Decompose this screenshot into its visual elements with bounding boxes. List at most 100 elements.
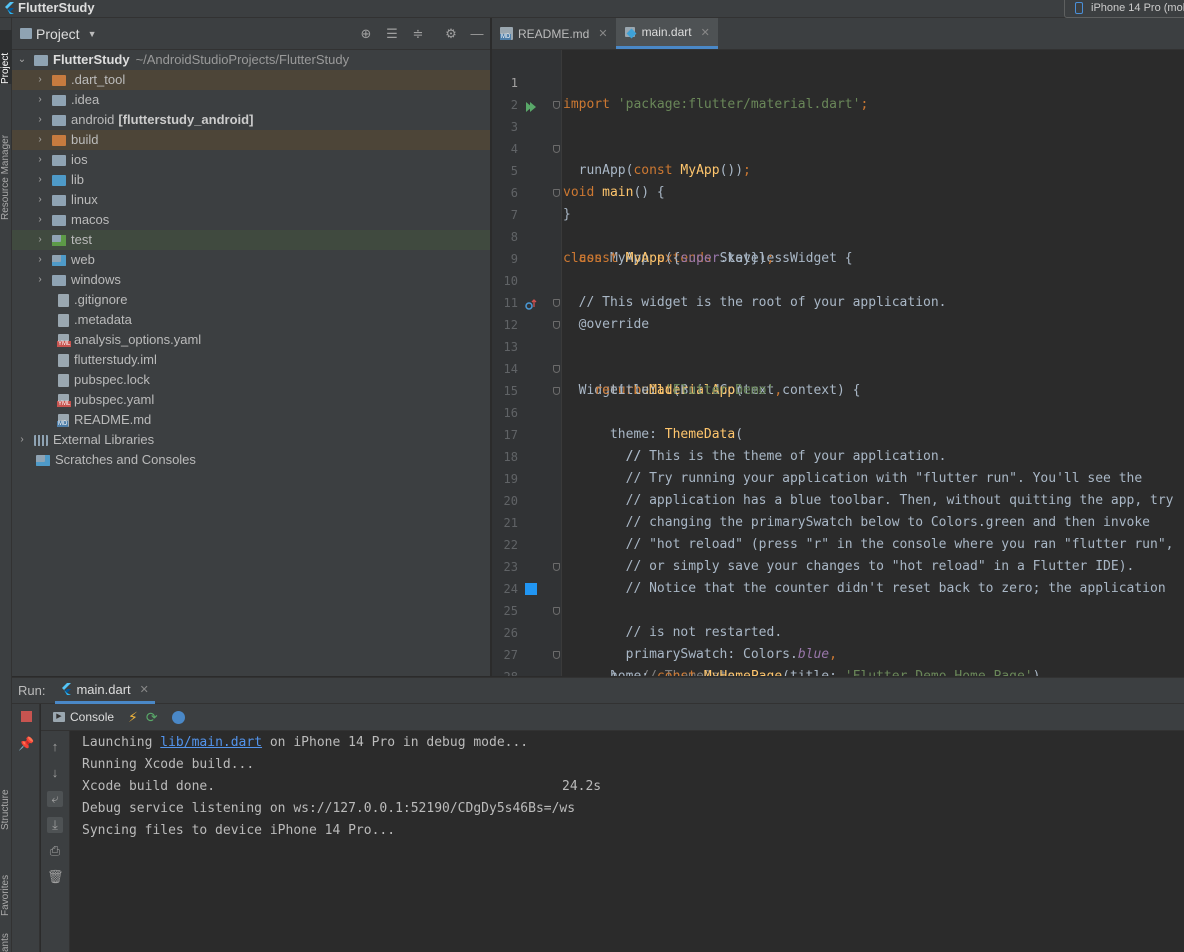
- code-line[interactable]: 2: [492, 72, 1184, 112]
- project-view-selector[interactable]: Project: [36, 26, 80, 42]
- tree-item-web[interactable]: › web: [12, 250, 490, 270]
- code-line[interactable]: 20 // changing the primarySwatch below t…: [492, 468, 1184, 530]
- file-link[interactable]: lib/main.dart: [160, 735, 262, 750]
- fold-icon[interactable]: [553, 387, 560, 395]
- fold-icon[interactable]: [553, 101, 560, 109]
- tab-main-dart[interactable]: main.dart ✕: [615, 18, 718, 49]
- pin-icon[interactable]: 📌: [18, 736, 34, 752]
- fold-icon[interactable]: [553, 651, 560, 659]
- chevron-right-icon[interactable]: ›: [34, 150, 46, 170]
- code-line[interactable]: 11 @override: [492, 270, 1184, 332]
- chevron-right-icon[interactable]: ›: [34, 70, 46, 90]
- chevron-right-icon[interactable]: ›: [34, 170, 46, 190]
- code-line[interactable]: 6: [492, 160, 1184, 200]
- tree-item-metadata[interactable]: .metadata: [12, 310, 490, 330]
- tree-item-pubspec-yaml[interactable]: YML pubspec.yaml: [12, 390, 490, 410]
- code-area[interactable]: 1 import 'package:flutter/material.dart'…: [492, 50, 1184, 676]
- code-line[interactable]: 28 ); // MaterialApp: [492, 644, 1184, 676]
- tree-item-build[interactable]: › build: [12, 130, 490, 150]
- code-line[interactable]: 27 home: const MyHomePage(title: 'Flutte…: [492, 622, 1184, 676]
- close-icon[interactable]: ✕: [701, 26, 710, 39]
- code-line[interactable]: 1 import 'package:flutter/material.dart'…: [492, 50, 1184, 112]
- tree-item-iml[interactable]: flutterstudy.iml: [12, 350, 490, 370]
- tab-readme[interactable]: MD README.md ✕: [492, 18, 616, 49]
- chevron-right-icon[interactable]: ›: [16, 430, 28, 450]
- console-tab[interactable]: ▶ Console: [53, 710, 114, 724]
- device-selector[interactable]: iPhone 14 Pro (mob: [1064, 0, 1184, 18]
- code-line[interactable]: 23 // Notice that the counter didn't res…: [492, 534, 1184, 596]
- tree-item-idea[interactable]: › .idea: [12, 90, 490, 110]
- tree-item-gitignore[interactable]: .gitignore: [12, 290, 490, 310]
- code-line[interactable]: 13 return MaterialApp(: [492, 314, 1184, 398]
- code-line[interactable]: 8 const MyApp({super.key});: [492, 204, 1184, 266]
- tree-item-external-libraries[interactable]: › External Libraries: [12, 430, 490, 450]
- color-swatch-icon[interactable]: [525, 583, 537, 595]
- chevron-right-icon[interactable]: ›: [34, 90, 46, 110]
- hot-restart-icon[interactable]: ⟳: [146, 709, 158, 726]
- code-line[interactable]: 19 // application has a blue toolbar. Th…: [492, 446, 1184, 508]
- code-line[interactable]: 18 // Try running your application with …: [492, 424, 1184, 486]
- stripe-tab-favorites[interactable]: Favorites: [0, 846, 12, 916]
- run-gutter-icon[interactable]: [525, 99, 537, 112]
- fold-icon[interactable]: [553, 563, 560, 571]
- fold-icon[interactable]: [553, 299, 560, 307]
- hide-panel-icon[interactable]: —: [469, 26, 485, 42]
- chevron-right-icon[interactable]: ›: [34, 130, 46, 150]
- fold-icon[interactable]: [553, 189, 560, 197]
- tree-item-test[interactable]: › test: [12, 230, 490, 250]
- stripe-tab-project[interactable]: Project: [0, 30, 12, 84]
- stripe-tab-resource-manager[interactable]: Resource Manager: [0, 110, 12, 220]
- trash-icon[interactable]: 🗑: [47, 869, 64, 885]
- stripe-tab-variants[interactable]: ants: [0, 932, 12, 952]
- code-line[interactable]: 4 runApp(const MyApp());: [492, 116, 1184, 178]
- print-icon[interactable]: ⎙: [47, 843, 63, 859]
- close-icon[interactable]: ✕: [598, 27, 607, 40]
- gear-icon[interactable]: ⚙: [443, 26, 459, 42]
- chevron-right-icon[interactable]: ›: [34, 210, 46, 230]
- tree-item-ios[interactable]: › ios: [12, 150, 490, 170]
- chevron-right-icon[interactable]: ›: [34, 190, 46, 210]
- code-line[interactable]: 9: [492, 226, 1184, 266]
- code-line[interactable]: 17 //: [492, 402, 1184, 464]
- code-line[interactable]: 7 class MyApp extends StatelessWidget {: [492, 182, 1184, 266]
- console-output[interactable]: Launching lib/main.dart on iPhone 14 Pro…: [82, 732, 1182, 952]
- code-line[interactable]: 14 title: 'Flutter Demo',: [492, 336, 1184, 398]
- expand-all-icon[interactable]: ☰: [384, 26, 400, 42]
- code-line[interactable]: 5 }: [492, 138, 1184, 222]
- tree-item-macos[interactable]: › macos: [12, 210, 490, 230]
- code-line[interactable]: 12 Widget build(BuildContext context) {: [492, 292, 1184, 398]
- fold-icon[interactable]: [553, 321, 560, 329]
- tree-item-android[interactable]: › android [flutterstudy_android]: [12, 110, 490, 130]
- chevron-right-icon[interactable]: ›: [34, 270, 46, 290]
- code-line[interactable]: 15 theme: ThemeData(: [492, 358, 1184, 442]
- tree-item-windows[interactable]: › windows: [12, 270, 490, 290]
- code-line[interactable]: 21 // "hot reload" (press "r" in the con…: [492, 490, 1184, 552]
- tree-item-linux[interactable]: › linux: [12, 190, 490, 210]
- stripe-tab-structure[interactable]: Structure: [0, 760, 12, 830]
- code-line[interactable]: 24 // is not restarted.: [492, 556, 1184, 640]
- hot-reload-icon[interactable]: ⚡: [128, 709, 138, 726]
- code-line[interactable]: 16 // This is the theme of your applicat…: [492, 380, 1184, 464]
- tree-root[interactable]: ⌄ FlutterStudy ~/AndroidStudioProjects/F…: [12, 50, 490, 70]
- fold-icon[interactable]: [553, 607, 560, 615]
- code-line[interactable]: 25 primarySwatch: Colors.blue,: [492, 578, 1184, 662]
- code-line[interactable]: 3 void main() {: [492, 94, 1184, 200]
- chevron-down-icon[interactable]: ⌄: [16, 50, 28, 70]
- chevron-right-icon[interactable]: ›: [34, 110, 46, 130]
- arrow-up-icon[interactable]: ↑: [47, 739, 63, 755]
- scroll-to-end-icon[interactable]: ⤓: [47, 817, 63, 833]
- run-tab-main-dart[interactable]: main.dart ✕: [55, 678, 155, 704]
- devtools-icon[interactable]: [171, 710, 185, 724]
- tree-item-analysis-options[interactable]: YML analysis_options.yaml: [12, 330, 490, 350]
- tree-item-scratches[interactable]: Scratches and Consoles: [12, 450, 490, 470]
- chevron-right-icon[interactable]: ›: [34, 250, 46, 270]
- tree-item-pubspec-lock[interactable]: pubspec.lock: [12, 370, 490, 390]
- close-icon[interactable]: ✕: [140, 683, 149, 696]
- override-gutter-icon[interactable]: [525, 297, 537, 310]
- stop-icon[interactable]: [18, 710, 34, 726]
- fold-icon[interactable]: [553, 145, 560, 153]
- soft-wrap-icon[interactable]: ⤶: [47, 791, 63, 807]
- tree-item-lib[interactable]: › lib: [12, 170, 490, 190]
- locate-icon[interactable]: ⊕: [358, 26, 374, 42]
- tree-item-dart-tool[interactable]: › .dart_tool: [12, 70, 490, 90]
